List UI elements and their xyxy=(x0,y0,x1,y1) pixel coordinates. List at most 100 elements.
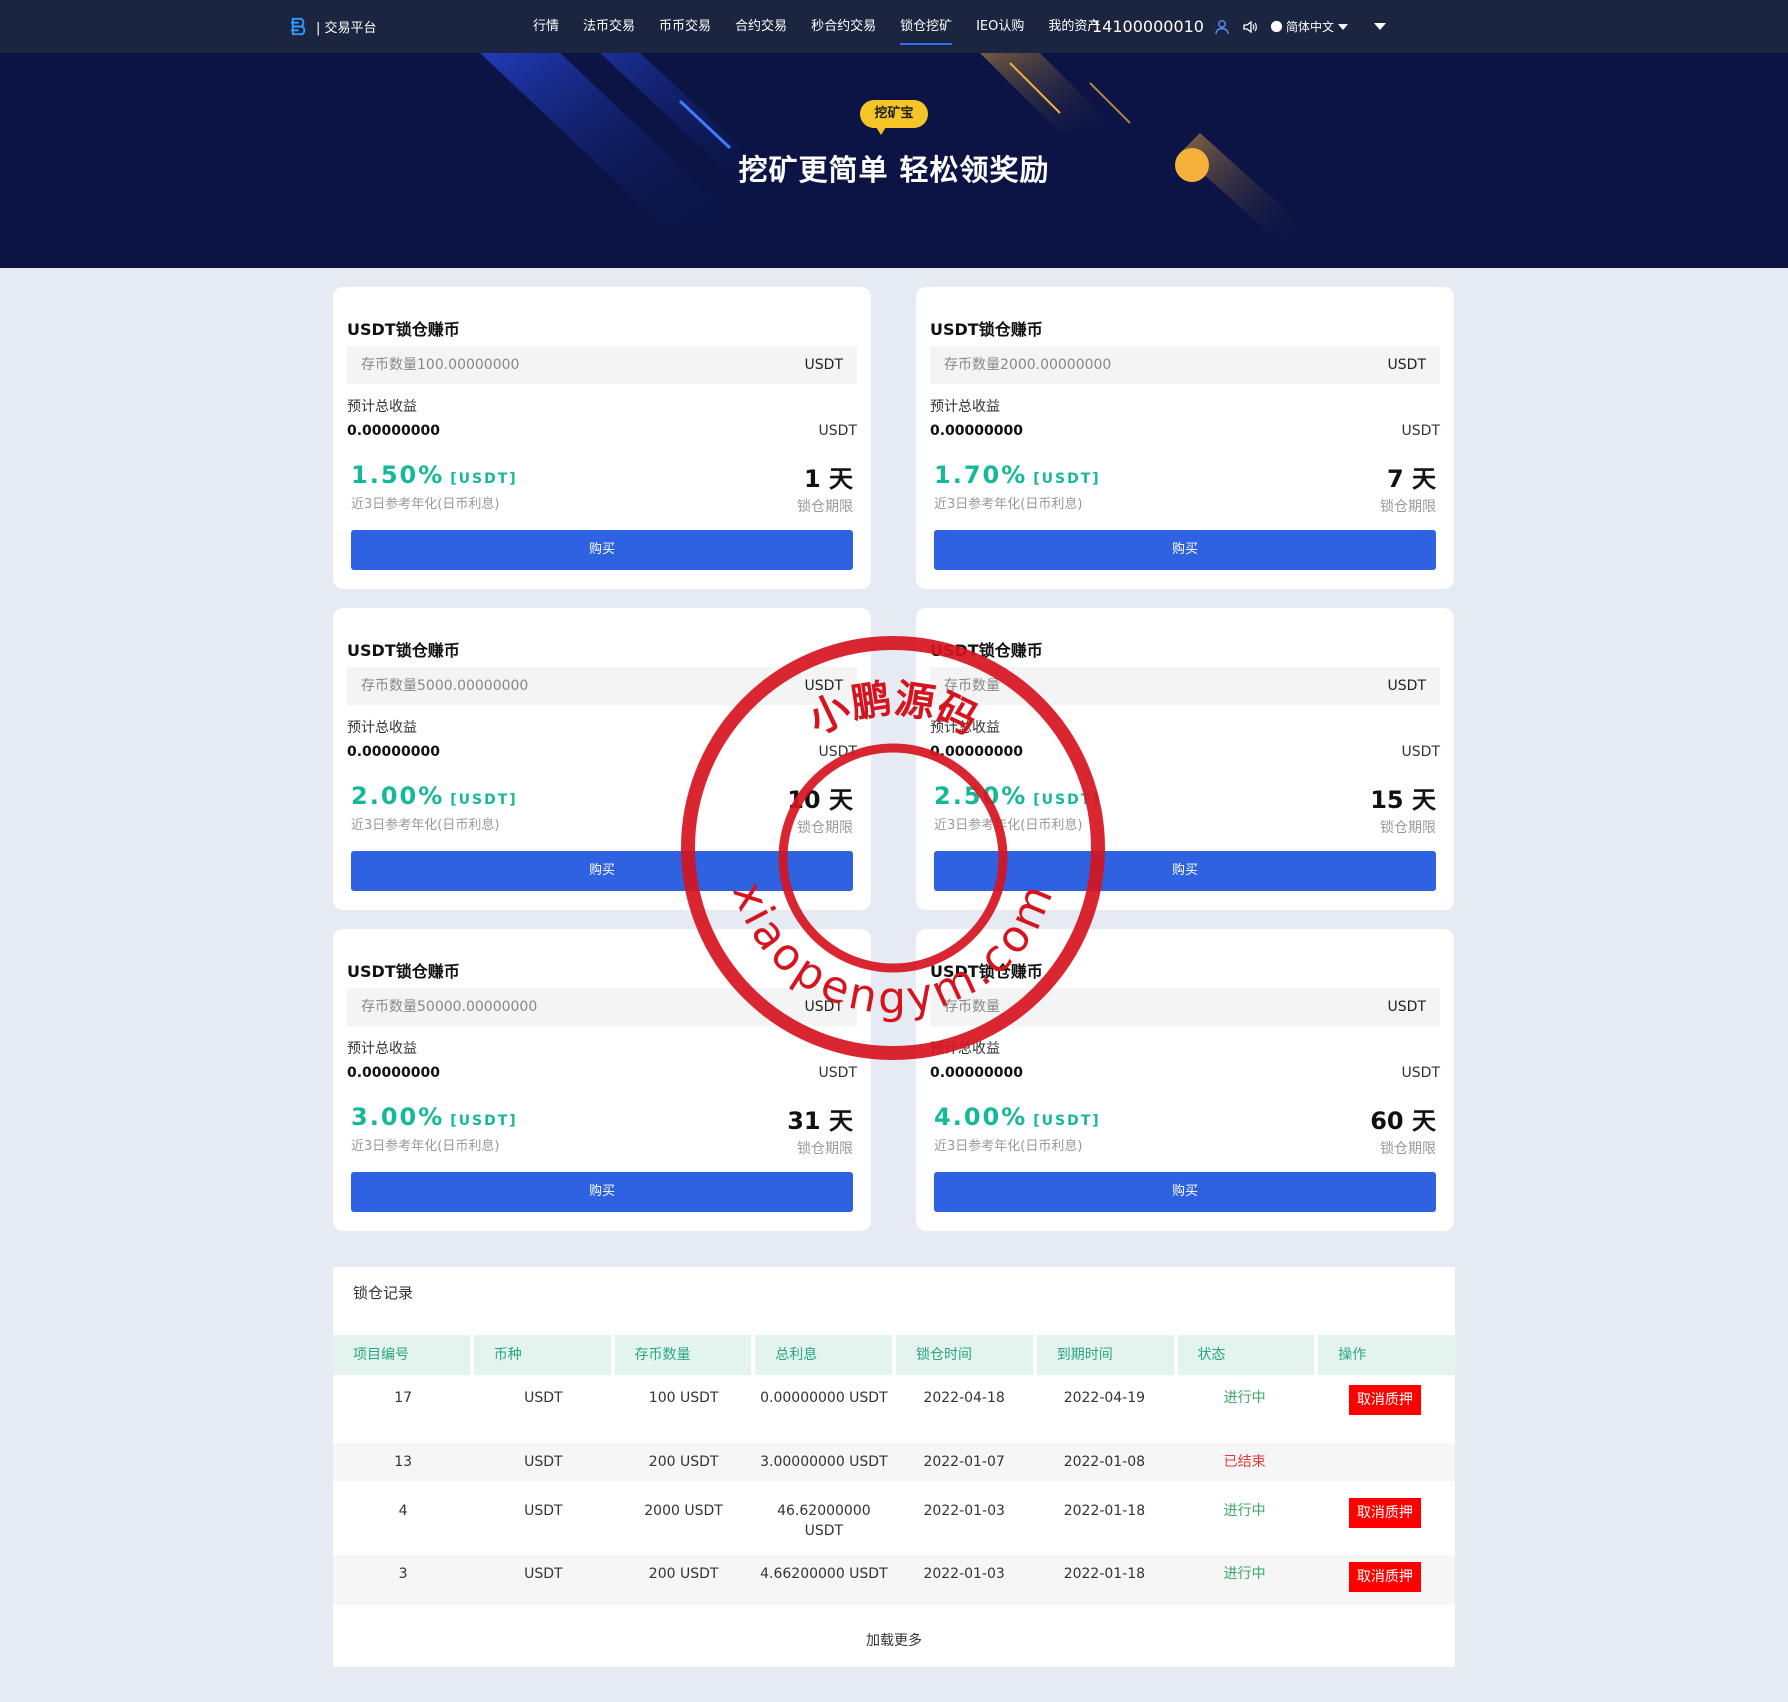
cell-id: 3 xyxy=(398,1566,408,1582)
lock-days-label: 锁仓期限 xyxy=(1380,499,1436,515)
lock-days: 1 天 xyxy=(803,465,853,493)
cell-status: 进行中 xyxy=(1223,1566,1266,1582)
cell-end: 2022-04-19 xyxy=(1063,1390,1146,1406)
cell-id: 17 xyxy=(394,1390,413,1406)
cell-action: 取消质押 xyxy=(1315,1562,1455,1605)
income-value: 0.00000000 xyxy=(930,423,1023,439)
income-unit: USDT xyxy=(1401,1065,1440,1081)
deposit-placeholder: 存币数量5000.00000000 xyxy=(361,678,529,694)
svg-text:小鹏源码: 小鹏源码 xyxy=(801,676,984,744)
rate-tag: [USDT] xyxy=(450,1113,518,1129)
buy-button[interactable]: 购买 xyxy=(351,1172,853,1212)
card-title: USDT锁仓赚币 xyxy=(347,641,460,660)
lock-days: 31 天 xyxy=(787,1107,853,1135)
cell-interest: 4.66200000 USDT xyxy=(760,1566,888,1582)
cancel-pledge-button[interactable]: 取消质押 xyxy=(1348,1385,1421,1415)
load-more-link[interactable]: 加载更多 xyxy=(333,1630,1455,1650)
cell-status: 进行中 xyxy=(1223,1503,1266,1519)
nav-item-market[interactable]: 行情 xyxy=(533,0,559,53)
col-header: 操作 xyxy=(1318,1335,1455,1375)
income-value: 0.00000000 xyxy=(347,423,440,439)
cell-coin: USDT xyxy=(524,1390,563,1406)
cell-amount: 200 USDT xyxy=(648,1566,719,1582)
speaker-icon[interactable] xyxy=(1242,19,1258,35)
rate-note: 近3日参考年化(日币利息) xyxy=(934,1139,1083,1154)
language-select[interactable]: 简体中文 xyxy=(1270,18,1348,35)
input-unit: USDT xyxy=(1387,999,1426,1015)
deposit-amount-input[interactable]: 存币数量2000.00000000 USDT xyxy=(930,346,1440,384)
col-header: 总利息 xyxy=(755,1335,892,1375)
cell-amount: 100 USDT xyxy=(648,1390,719,1406)
brand-logo[interactable]: | 交易平台 xyxy=(289,15,377,38)
nav-item-ieo[interactable]: IEO认购 xyxy=(976,0,1024,53)
annual-rate: 1.70% [USDT] xyxy=(934,461,1101,489)
input-unit: USDT xyxy=(1387,357,1426,373)
cell-id: 13 xyxy=(394,1454,413,1470)
input-unit: USDT xyxy=(1387,678,1426,694)
top-navbar: | 交易平台 行情 法币交易 币币交易 合约交易 秒合约交易 锁仓挖矿 IEO认… xyxy=(0,0,1788,53)
cell-end: 2022-01-18 xyxy=(1063,1566,1146,1582)
income-label: 预计总收益 xyxy=(347,720,417,736)
nav-item-spot[interactable]: 币币交易 xyxy=(659,0,711,53)
deposit-amount-input[interactable]: 存币数量100.00000000 USDT xyxy=(347,346,857,384)
card-title: USDT锁仓赚币 xyxy=(347,962,460,981)
deposit-placeholder: 存币数量50000.00000000 xyxy=(361,999,538,1015)
cell-id: 4 xyxy=(398,1503,408,1519)
rate-tag: [USDT] xyxy=(1033,471,1101,487)
rate-note: 近3日参考年化(日币利息) xyxy=(351,818,500,833)
lock-days: 15 天 xyxy=(1370,786,1436,814)
cell-interest: 46.62000000 USDT xyxy=(777,1503,871,1539)
rate-value: 1.70% xyxy=(934,461,1028,489)
cell-status: 进行中 xyxy=(1223,1390,1266,1406)
cell-end: 2022-01-18 xyxy=(1063,1503,1146,1519)
deposit-placeholder: 存币数量100.00000000 xyxy=(361,357,520,373)
nav-item-lock-mining[interactable]: 锁仓挖矿 xyxy=(900,0,953,53)
card-title: USDT锁仓赚币 xyxy=(930,320,1043,339)
lock-days: 60 天 xyxy=(1370,1107,1436,1135)
cancel-pledge-button[interactable]: 取消质押 xyxy=(1348,1562,1421,1592)
cell-end: 2022-01-08 xyxy=(1063,1454,1146,1470)
hero-title: 挖矿更简单 轻松领奖励 xyxy=(738,153,1050,187)
nav-item-second-contract[interactable]: 秒合约交易 xyxy=(811,0,876,53)
income-label: 预计总收益 xyxy=(930,399,1000,415)
rate-tag: [USDT] xyxy=(450,471,518,487)
account-number[interactable]: 14100000010 xyxy=(1092,17,1204,36)
chevron-down-icon xyxy=(1338,23,1348,30)
income-unit: USDT xyxy=(818,423,857,439)
income-unit: USDT xyxy=(1401,744,1440,760)
globe-icon xyxy=(1270,20,1283,33)
cell-coin: USDT xyxy=(524,1566,563,1582)
lock-days-label: 锁仓期限 xyxy=(1380,820,1436,836)
buy-button[interactable]: 购买 xyxy=(351,530,853,570)
nav-item-contract[interactable]: 合约交易 xyxy=(735,0,787,53)
lock-records-panel: 锁仓记录 项目编号 币种 存币数量 总利息 锁仓时间 到期时间 状态 操作 17… xyxy=(333,1267,1455,1667)
rate-value: 3.00% xyxy=(351,1103,445,1131)
table-header: 项目编号 币种 存币数量 总利息 锁仓时间 到期时间 状态 操作 xyxy=(333,1335,1455,1375)
hero-banner: 挖矿宝 挖矿更简单 轻松领奖励 xyxy=(0,53,1788,268)
watermark-bottom-text: xiaopengym.com xyxy=(722,874,1061,1024)
input-unit: USDT xyxy=(804,357,843,373)
income-value: 0.00000000 xyxy=(930,1065,1023,1081)
income-label: 预计总收益 xyxy=(347,399,417,415)
annual-rate: 4.00% [USDT] xyxy=(934,1103,1101,1131)
records-title: 锁仓记录 xyxy=(353,1284,414,1302)
table-row: 3 USDT 200 USDT 4.66200000 USDT 2022-01-… xyxy=(333,1555,1455,1605)
buy-button[interactable]: 购买 xyxy=(934,530,1436,570)
nav-item-fiat[interactable]: 法币交易 xyxy=(583,0,635,53)
rate-value: 1.50% xyxy=(351,461,445,489)
rate-note: 近3日参考年化(日币利息) xyxy=(351,1139,500,1154)
menu-dropdown-icon[interactable] xyxy=(1374,23,1386,30)
col-header: 到期时间 xyxy=(1036,1335,1174,1375)
income-unit: USDT xyxy=(818,1065,857,1081)
buy-button[interactable]: 购买 xyxy=(934,1172,1436,1212)
table-row: 17 USDT 100 USDT 0.00000000 USDT 2022-04… xyxy=(333,1375,1455,1443)
user-icon[interactable] xyxy=(1214,19,1230,35)
rate-tag: [USDT] xyxy=(1033,1113,1101,1129)
cell-action: 取消质押 xyxy=(1315,1385,1455,1443)
cell-action xyxy=(1315,1452,1455,1481)
cancel-pledge-button[interactable]: 取消质押 xyxy=(1348,1498,1421,1528)
rate-tag: [USDT] xyxy=(450,792,518,808)
annual-rate: 2.00% [USDT] xyxy=(351,782,518,810)
rate-note: 近3日参考年化(日币利息) xyxy=(934,497,1083,512)
deposit-placeholder: 存币数量2000.00000000 xyxy=(944,357,1112,373)
